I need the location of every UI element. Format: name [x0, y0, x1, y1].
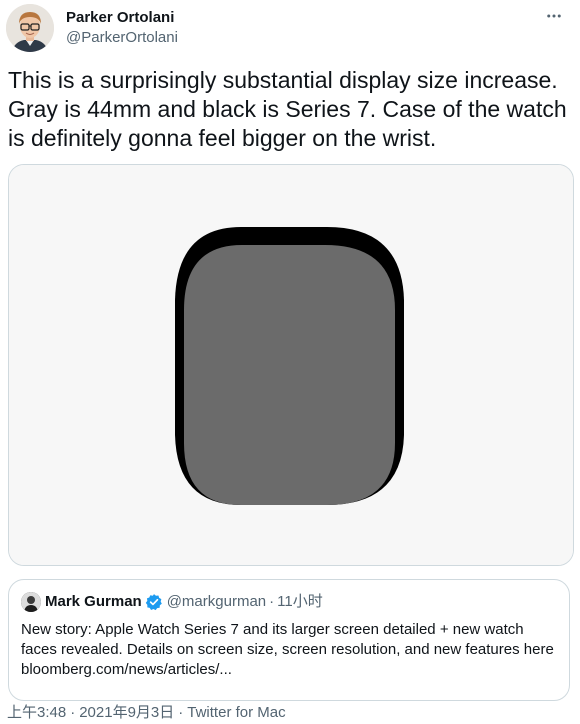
quoted-text-link[interactable]: bloomberg.com/news/articles/... — [21, 660, 556, 680]
tweet-header: Parker Ortolani @ParkerOrtolani — [6, 4, 178, 54]
verified-badge-icon — [145, 593, 163, 611]
tweet-meta: 上午3:48 · 2021年9月3日 · Twitter for Mac — [7, 703, 286, 723]
meta-dot-separator: · — [70, 704, 76, 721]
tweet-date-link[interactable]: 2021年9月3日 — [79, 704, 174, 721]
quoted-tweet-header: Mark Gurman @markgurman · 11小时 — [21, 592, 553, 612]
quoted-author-name: Mark Gurman — [45, 593, 142, 610]
tweet-media-image[interactable] — [8, 164, 574, 566]
quoted-dot-separator: · — [269, 593, 275, 610]
author-names: Parker Ortolani @ParkerOrtolani — [66, 8, 178, 48]
tweet-time-link[interactable]: 上午3:48 — [7, 704, 66, 721]
author-handle[interactable]: @ParkerOrtolani — [66, 28, 178, 48]
watch-display-comparison-image — [9, 165, 573, 565]
tweet-source-link[interactable]: Twitter for Mac — [187, 704, 285, 721]
quoted-text-line: faces revealed. Details on screen size, … — [21, 641, 554, 658]
quoted-author-handle: @markgurman — [166, 593, 267, 610]
more-options-icon[interactable] — [542, 4, 566, 28]
tweet: Parker Ortolani @ParkerOrtolani This is … — [0, 0, 580, 724]
quoted-tweet-text: New story: Apple Watch Series 7 and its … — [21, 620, 556, 680]
tweet-text: This is a surprisingly substantial displ… — [8, 67, 567, 151]
quoted-author-avatar — [21, 592, 41, 612]
quoted-tweet[interactable]: Mark Gurman @markgurman · 11小时 New story… — [8, 579, 570, 701]
avatar-image — [6, 4, 54, 52]
quoted-text-line: New story: Apple Watch Series 7 and its … — [21, 621, 524, 638]
meta-dot-separator: · — [178, 704, 184, 721]
author-display-name[interactable]: Parker Ortolani — [66, 8, 178, 28]
quoted-timestamp[interactable]: 11小时 — [277, 592, 323, 612]
author-avatar[interactable] — [6, 4, 54, 52]
gray-44mm-display-shape — [184, 245, 395, 505]
